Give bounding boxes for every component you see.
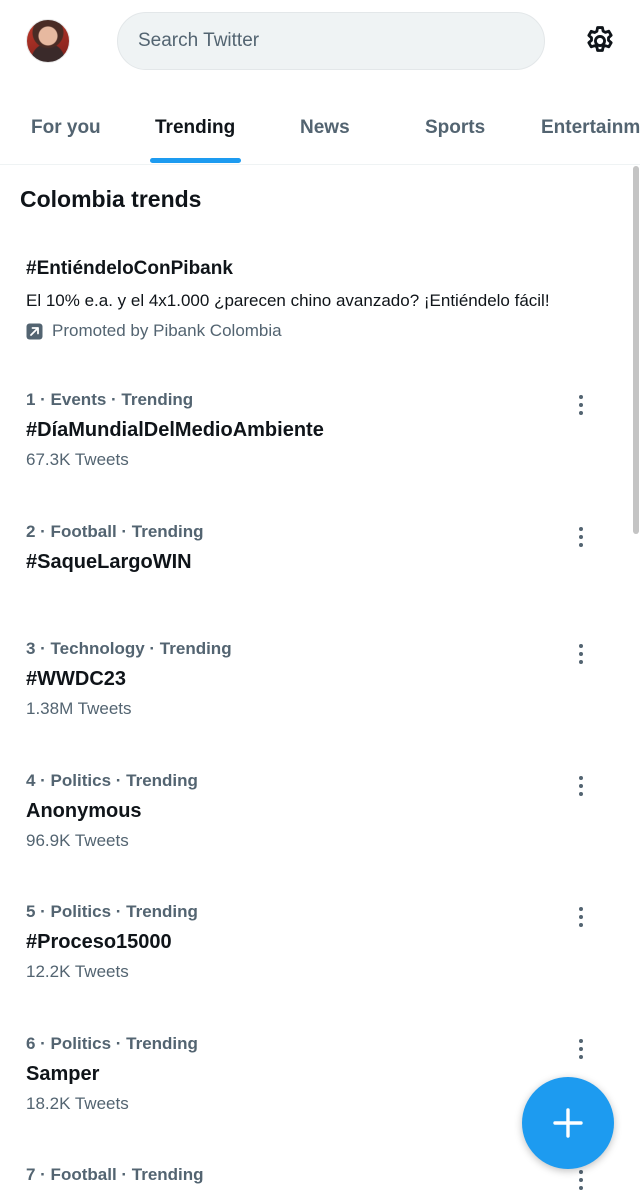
promoted-description: El 10% e.a. y el 4x1.000 ¿parecen chino … [26,291,550,310]
trend-item[interactable]: 5 · Politics · Trending #Proceso15000 12… [26,902,626,982]
more-options-icon[interactable] [573,1037,589,1061]
top-bar: Search Twitter [0,0,640,84]
trend-name[interactable]: #DíaMundialDelMedioAmbiente [26,419,626,442]
trend-meta: 2 · Football · Trending [26,522,204,541]
promoted-by-label: Promoted by Pibank Colombia [52,321,282,340]
trend-item[interactable]: 4 · Politics · Trending Anonymous 96.9K … [26,771,626,851]
trend-meta: 5 · Politics · Trending [26,902,198,921]
trend-item[interactable]: 7 · Football · Trending [26,1165,626,1185]
tab-sports[interactable]: Sports [425,96,485,160]
avatar[interactable] [26,19,70,63]
trend-item[interactable]: 2 · Football · Trending #SaqueLargoWIN [26,522,626,574]
compose-button[interactable] [522,1077,614,1169]
gear-icon[interactable] [580,21,620,61]
search-placeholder: Search Twitter [138,30,260,51]
trend-count: 12.2K Tweets [26,962,129,981]
trend-count: 1.38M Tweets [26,699,132,718]
tab-news[interactable]: News [300,96,350,160]
trend-meta: 3 · Technology · Trending [26,639,232,658]
promoted-arrow-icon [26,323,43,340]
more-options-icon[interactable] [573,642,589,666]
section-title: Colombia trends [20,186,202,212]
active-tab-indicator [150,158,241,163]
promoted-by-row: Promoted by Pibank Colombia [26,321,626,341]
scrollbar[interactable] [633,166,639,534]
plus-icon [553,1108,583,1138]
tab-bar: For you Trending News Sports Entertainme… [0,96,640,165]
more-options-icon[interactable] [573,774,589,798]
more-options-icon[interactable] [573,1168,589,1192]
more-options-icon[interactable] [573,393,589,417]
trend-name[interactable]: Anonymous [26,800,626,823]
trend-count: 67.3K Tweets [26,450,129,469]
more-options-icon[interactable] [573,905,589,929]
trend-name[interactable]: #WWDC23 [26,668,626,691]
trend-count: 96.9K Tweets [26,831,129,850]
trend-meta: 6 · Politics · Trending [26,1034,198,1053]
promoted-trend[interactable]: #EntiéndeloConPibank El 10% e.a. y el 4x… [26,258,626,341]
tab-trending[interactable]: Trending [155,96,235,160]
trend-name[interactable]: Samper [26,1063,626,1086]
search-input[interactable]: Search Twitter [117,12,545,70]
trend-meta: 7 · Football · Trending [26,1165,204,1184]
tab-for-you[interactable]: For you [31,96,101,160]
trend-name[interactable]: #Proceso15000 [26,931,626,954]
trend-name[interactable]: #SaqueLargoWIN [26,551,626,574]
trend-meta: 1 · Events · Trending [26,390,194,409]
trend-meta: 4 · Politics · Trending [26,771,198,790]
tab-entertainment[interactable]: Entertainment [541,96,640,160]
promoted-hashtag[interactable]: #EntiéndeloConPibank [26,258,626,280]
more-options-icon[interactable] [573,525,589,549]
trend-item[interactable]: 3 · Technology · Trending #WWDC23 1.38M … [26,639,626,719]
trend-item[interactable]: 1 · Events · Trending #DíaMundialDelMedi… [26,390,626,470]
